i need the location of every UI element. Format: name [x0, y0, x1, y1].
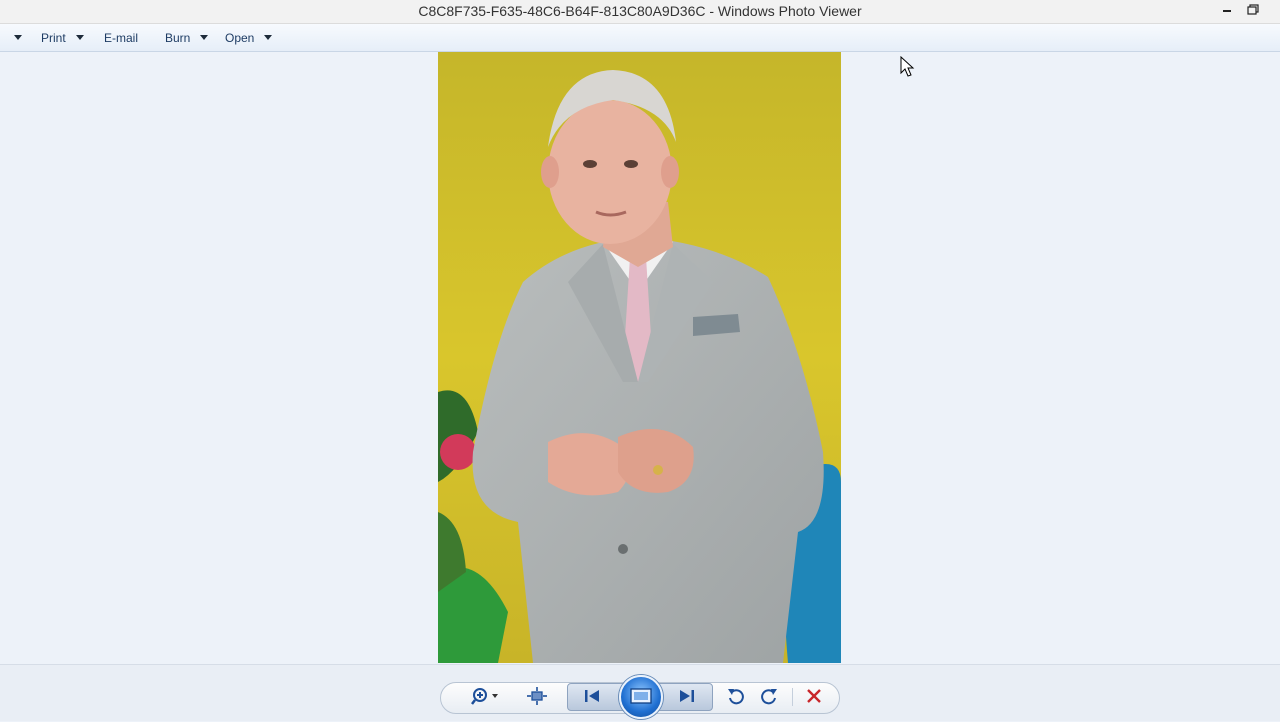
slideshow-button[interactable]	[619, 675, 663, 719]
minimize-button[interactable]	[1214, 0, 1240, 22]
delete-icon	[807, 689, 821, 703]
command-bar: Print E-mail Burn Open	[0, 24, 1280, 52]
rotate-counterclockwise-button[interactable]	[721, 684, 751, 708]
print-menu[interactable]: Print	[41, 24, 84, 51]
slideshow-icon	[630, 688, 652, 704]
zoom-icon	[471, 688, 498, 705]
restore-icon	[1247, 4, 1259, 15]
chevron-down-icon	[264, 35, 273, 40]
rotate-cw-icon	[761, 689, 777, 705]
chevron-down-icon	[14, 35, 22, 40]
delete-button[interactable]	[799, 684, 829, 708]
open-label: Open	[225, 30, 255, 45]
email-label: E-mail	[104, 30, 139, 45]
rotate-ccw-icon	[728, 689, 744, 705]
next-icon	[680, 690, 694, 702]
actual-size-button[interactable]	[522, 684, 552, 708]
chevron-down-icon	[75, 35, 84, 40]
toolbar-divider	[792, 688, 793, 706]
burn-label: Burn	[165, 30, 191, 45]
mouse-pointer-icon	[900, 56, 915, 77]
burn-menu[interactable]: Burn	[165, 24, 209, 51]
open-menu[interactable]: Open	[225, 24, 273, 51]
bottom-toolbar	[0, 664, 1280, 721]
next-button[interactable]	[672, 684, 702, 708]
chevron-down-icon	[200, 35, 209, 40]
displayed-photo[interactable]	[438, 52, 841, 663]
minimize-icon	[1223, 10, 1231, 12]
window-title: C8C8F735-F635-48C6-B64F-813C80A9D36C - W…	[418, 3, 862, 19]
zoom-button[interactable]	[468, 684, 502, 708]
previous-button[interactable]	[577, 684, 607, 708]
rotate-clockwise-button[interactable]	[754, 684, 784, 708]
email-menu[interactable]: E-mail	[104, 24, 138, 51]
title-bar: C8C8F735-F635-48C6-B64F-813C80A9D36C - W…	[0, 0, 1280, 24]
file-menu-dropdown[interactable]	[14, 24, 22, 51]
print-label: Print	[41, 30, 66, 45]
previous-icon	[585, 690, 599, 702]
actual-size-icon	[527, 687, 547, 705]
restore-button[interactable]	[1240, 0, 1266, 22]
